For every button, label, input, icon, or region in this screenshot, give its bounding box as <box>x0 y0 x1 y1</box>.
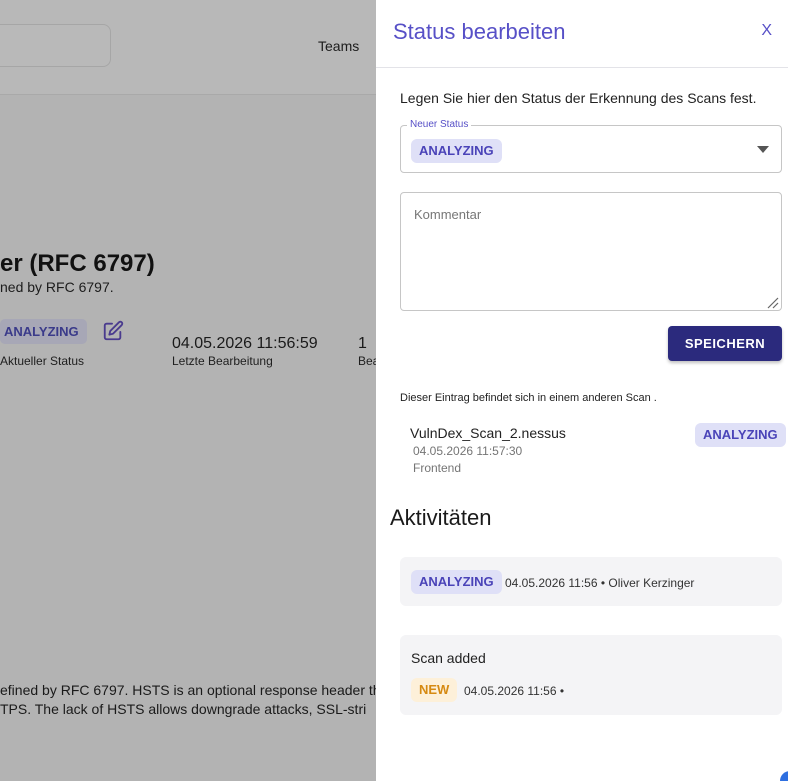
comment-field[interactable] <box>400 192 782 311</box>
current-status-badge: ANALYZING <box>0 319 87 344</box>
activity-item: ANALYZING 04.05.2026 11:56 • Oliver Kerz… <box>400 557 782 606</box>
activities-title: Aktivitäten <box>390 505 492 530</box>
activity-text: Scan added <box>411 650 486 666</box>
resize-grip-icon[interactable] <box>765 295 779 309</box>
search-box[interactable] <box>0 24 111 67</box>
drawer-header: Status bearbeiten X <box>376 0 788 68</box>
drawer-intro: Legen Sie hier den Status der Erkennung … <box>400 90 757 106</box>
chevron-down-icon[interactable] <box>757 146 769 153</box>
scan-team: Frontend <box>413 461 462 475</box>
finding-description: efined by RFC 6797. HSTS is an optional … <box>0 681 376 719</box>
activity-meta: 04.05.2026 11:56 • Oliver Kerzinger <box>505 576 695 590</box>
status-select[interactable]: Neuer Status ANALYZING <box>400 119 782 173</box>
selected-status-chip: ANALYZING <box>411 139 502 163</box>
finding-subtitle: ned by RFC 6797. <box>0 279 114 295</box>
other-scan-note: Dieser Eintrag befindet sich in einem an… <box>400 392 657 404</box>
activity-item: Scan added NEW 04.05.2026 11:56 • <box>400 635 782 715</box>
description-line: TPS. The lack of HSTS allows downgrade a… <box>0 701 367 717</box>
scan-date: 04.05.2026 11:57:30 <box>413 444 523 458</box>
scan-status-chip: ANALYZING <box>695 423 786 447</box>
last-edit-label: Letzte Bearbeitung <box>172 354 273 368</box>
drawer-title: Status bearbeiten <box>393 19 566 44</box>
close-button[interactable]: X <box>761 22 772 40</box>
nav-teams[interactable]: Teams <box>318 38 359 54</box>
description-line: efined by RFC 6797. HSTS is an optional … <box>0 682 376 698</box>
activity-status-chip: ANALYZING <box>411 570 502 594</box>
status-select-legend: Neuer Status <box>407 119 472 130</box>
activity-meta: 04.05.2026 11:56 • <box>464 684 565 698</box>
status-drawer: Status bearbeiten X Legen Sie hier den S… <box>376 0 788 781</box>
activity-status-chip: NEW <box>411 678 458 702</box>
last-edit-value: 04.05.2026 11:56:59 <box>172 335 318 352</box>
edit-icon[interactable] <box>102 320 124 342</box>
current-status-label: Aktueller Status <box>0 354 85 368</box>
scan-name[interactable]: VulnDex_Scan_2.nessus <box>410 425 566 441</box>
finding-title: er (RFC 6797) <box>0 250 155 277</box>
save-button[interactable]: SPEICHERN <box>668 326 782 361</box>
count-value: 1 <box>358 335 367 352</box>
